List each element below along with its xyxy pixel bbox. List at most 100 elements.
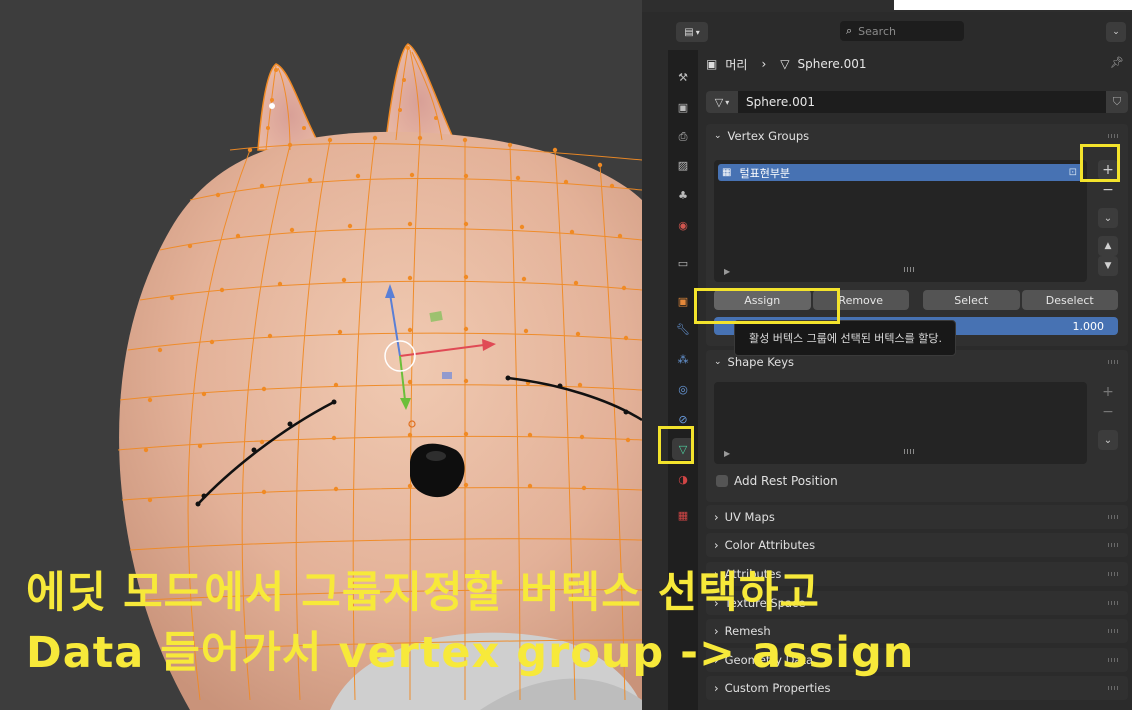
mesh-icon: ▽ — [714, 95, 724, 109]
image-icon: ▨ — [677, 158, 689, 172]
mesh-datablock-selector: ▽ ▾ Sphere.001 ⛉ — [706, 90, 1128, 114]
move-up-button[interactable]: ▲ — [1098, 236, 1118, 256]
wrench-icon: 🔧︎ — [676, 322, 690, 336]
plus-icon: + — [1102, 384, 1114, 400]
shape-key-specials-button[interactable]: ⌄ — [1098, 430, 1118, 450]
drag-grip-icon[interactable] — [1108, 572, 1120, 576]
vertex-groups-title: Vertex Groups — [727, 129, 810, 143]
object-square-icon: ▣ — [677, 294, 689, 308]
add-button-highlight — [1080, 144, 1120, 182]
drag-grip-icon[interactable] — [1108, 601, 1120, 605]
triangle-right-icon[interactable]: ▶ — [724, 449, 730, 458]
datablock-name-field[interactable]: Sphere.001 — [738, 91, 1106, 113]
tab-scene[interactable]: ♣ — [672, 184, 694, 206]
search-field[interactable]: ⌕ Search — [840, 21, 964, 41]
chevron-down-icon: ⌄ — [1112, 27, 1120, 37]
deselect-button[interactable]: Deselect — [1021, 290, 1118, 310]
drag-grip-icon[interactable] — [1108, 543, 1120, 547]
drag-grip-icon[interactable] — [1108, 134, 1120, 138]
tab-render[interactable]: ▣ — [672, 96, 694, 118]
shield-icon: ⛉ — [1112, 95, 1122, 108]
triangle-right-icon[interactable]: ▶ — [724, 267, 730, 276]
scene-icon: ♣ — [678, 188, 688, 202]
remove-vertex-group-button[interactable]: − — [1098, 180, 1118, 200]
drag-grip-icon[interactable] — [1108, 360, 1120, 364]
tab-particles[interactable]: ⁂ — [672, 348, 694, 370]
tab-collection[interactable]: ▭ — [672, 252, 694, 274]
add-rest-position-row[interactable]: Add Rest Position — [716, 474, 838, 488]
add-rest-position-checkbox[interactable] — [716, 475, 728, 487]
panel-uv-maps[interactable]: › UV Maps — [706, 505, 1128, 529]
selected-vertex — [269, 103, 275, 109]
shape-keys-title: Shape Keys — [727, 355, 795, 369]
datablock-browse-button[interactable]: ▽ ▾ — [706, 91, 738, 113]
chevron-right-icon: › — [761, 57, 767, 71]
triangle-down-icon: ▼ — [1104, 261, 1112, 271]
resize-grip-icon[interactable] — [904, 449, 916, 454]
tooltip-text: 활성 버텍스 그룹에 선택된 버텍스를 할당. — [749, 332, 943, 345]
tab-texture[interactable]: ▦ — [672, 504, 694, 526]
top-white-bar — [894, 0, 1132, 10]
weight-value: 1.000 — [1072, 319, 1105, 333]
chevron-right-icon: › — [714, 538, 719, 552]
tab-physics[interactable]: ◎ — [672, 378, 694, 400]
panel-label: Custom Properties — [724, 681, 831, 695]
select-button[interactable]: Select — [923, 290, 1020, 310]
breadcrumb-object: 머리 — [725, 57, 748, 72]
vertex-groups-header[interactable]: ⌄ Vertex Groups — [706, 124, 1128, 148]
tab-tool[interactable]: ⚒ — [672, 66, 694, 88]
chevron-down-icon: ⌄ — [1103, 212, 1113, 224]
properties-editor-icon: ▤ — [684, 26, 694, 38]
tab-object[interactable]: ▣ — [672, 290, 694, 312]
drag-grip-icon[interactable] — [1108, 515, 1120, 519]
panel-label: Color Attributes — [724, 538, 816, 552]
camera-back-icon: ▣ — [677, 100, 689, 114]
vertex-group-item[interactable]: ▦ 털표현부분 ⊡ — [718, 164, 1083, 181]
tab-material[interactable]: ◑ — [672, 468, 694, 490]
move-down-button[interactable]: ▼ — [1098, 256, 1118, 276]
vertex-group-specials-button[interactable]: ⌄ — [1098, 208, 1118, 228]
caption-line-2: Data 들어가서 vertex group -> assign — [26, 628, 915, 678]
minus-icon: − — [1102, 182, 1114, 198]
tool-icon: ⚒ — [678, 70, 688, 84]
vertex-group-list[interactable]: ▦ 털표현부분 ⊡ ▶ — [714, 160, 1087, 282]
world-icon: ◉ — [678, 218, 688, 232]
material-icon: ◑ — [678, 472, 688, 486]
chevron-right-icon: › — [714, 510, 719, 524]
panel-custom-properties[interactable]: › Custom Properties — [706, 676, 1128, 700]
vertex-group-label: 털표현부분 — [739, 166, 791, 180]
button-spacer — [911, 290, 921, 312]
chevron-right-icon: › — [714, 681, 719, 695]
add-shape-key-button[interactable]: + — [1098, 382, 1118, 402]
resize-grip-icon[interactable] — [904, 267, 916, 272]
fake-user-button[interactable]: ⛉ — [1106, 91, 1128, 113]
assign-tooltip: 활성 버텍스 그룹에 선택된 버텍스를 할당. — [734, 320, 956, 356]
vertex-group-icon: ▦ — [722, 167, 732, 178]
editor-type-button[interactable]: ▤ ▾ — [676, 22, 708, 42]
header-options-button[interactable]: ⌄ — [1106, 22, 1126, 42]
drag-grip-icon[interactable] — [1108, 658, 1120, 662]
breadcrumb: ▣ 머리 › ▽ Sphere.001 — [706, 52, 1126, 76]
tab-modifiers[interactable]: 🔧︎ — [672, 318, 694, 340]
breadcrumb-mesh: Sphere.001 — [797, 57, 867, 71]
drag-grip-icon[interactable] — [1108, 629, 1120, 633]
tab-view-layer[interactable]: ▨ — [672, 154, 694, 176]
mesh-icon: ▽ — [780, 57, 790, 71]
remove-shape-key-button[interactable]: − — [1098, 402, 1118, 422]
chevron-down-icon: ⌄ — [1103, 434, 1113, 446]
caption-line-1: 에딧 모드에서 그룹지정할 버텍스 선택하고 — [26, 568, 820, 618]
physics-icon: ◎ — [678, 382, 688, 396]
list-footer: ▶ — [724, 267, 1084, 276]
tab-output[interactable]: ⎙ — [672, 126, 694, 148]
head-mesh — [119, 131, 642, 710]
tab-world[interactable]: ◉ — [672, 214, 694, 236]
lock-icon[interactable]: ⊡ — [1069, 167, 1077, 178]
top-strip — [642, 0, 1132, 12]
list-footer: ▶ — [724, 449, 1084, 458]
panel-color-attributes[interactable]: › Color Attributes — [706, 533, 1128, 557]
shape-key-list[interactable]: ▶ — [714, 382, 1087, 464]
pin-icon[interactable]: 📌︎ — [1110, 56, 1124, 69]
chevron-down-icon: ▾ — [695, 27, 700, 37]
drag-grip-icon[interactable] — [1108, 686, 1120, 690]
particles-icon: ⁂ — [677, 352, 689, 366]
